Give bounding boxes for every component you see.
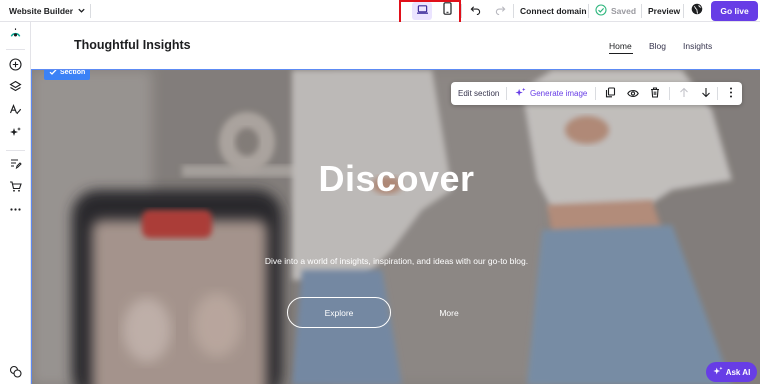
website-builder-menu[interactable]: Website Builder xyxy=(9,0,86,22)
hero-subtitle[interactable]: Dive into a world of insights, inspirati… xyxy=(32,256,760,266)
ask-ai-label: Ask AI xyxy=(725,367,751,377)
delete-section-button[interactable] xyxy=(646,85,663,102)
section-selected-tag[interactable]: Section xyxy=(44,69,91,80)
move-section-down-button[interactable] xyxy=(697,85,714,102)
toolbar-divider xyxy=(683,4,684,18)
sidebar-divider xyxy=(6,150,25,151)
section-tag-label: Section xyxy=(60,69,86,76)
connect-domain-button[interactable]: Connect domain xyxy=(520,0,587,22)
redo-button[interactable] xyxy=(491,2,509,20)
sparkle-icon xyxy=(9,126,22,144)
floating-toolbar-divider xyxy=(669,87,670,100)
undo-button[interactable] xyxy=(466,2,484,20)
styles-button[interactable] xyxy=(6,102,25,121)
toolbar-divider xyxy=(461,4,462,18)
nav-home-link[interactable]: Home xyxy=(609,41,632,51)
nav-active-underline xyxy=(609,53,633,54)
copy-icon xyxy=(605,85,616,103)
chevron-down-icon xyxy=(77,6,86,17)
add-element-button[interactable] xyxy=(6,57,25,76)
shopping-cart-icon xyxy=(9,180,22,198)
help-button[interactable] xyxy=(6,364,25,383)
section-more-button[interactable] xyxy=(722,85,739,102)
left-sidebar xyxy=(0,22,31,384)
language-button[interactable] xyxy=(688,2,706,20)
hero-section[interactable]: Section Edit section Generate image Disc… xyxy=(31,69,760,384)
editor-canvas: Thoughtful Insights Home Blog Insights S… xyxy=(31,22,760,384)
duplicate-section-button[interactable] xyxy=(602,85,619,102)
go-live-button[interactable]: Go live xyxy=(711,1,758,21)
redo-icon xyxy=(495,2,506,20)
toolbar-divider xyxy=(513,4,514,18)
ask-ai-button[interactable]: Ask AI xyxy=(706,362,757,382)
edit-section-button[interactable]: Edit section xyxy=(458,82,499,105)
floating-toolbar-divider xyxy=(506,87,507,100)
text-style-icon xyxy=(9,103,22,121)
explore-button[interactable]: Explore xyxy=(287,297,391,328)
site-logo-text[interactable]: Thoughtful Insights xyxy=(74,38,191,52)
undo-icon xyxy=(470,2,481,20)
more-horizontal-icon xyxy=(9,203,22,221)
hide-section-button[interactable] xyxy=(624,85,641,102)
site-header[interactable]: Thoughtful Insights Home Blog Insights xyxy=(31,22,760,69)
blog-button[interactable] xyxy=(6,156,25,175)
sidebar-divider xyxy=(6,49,25,50)
floating-toolbar-divider xyxy=(717,87,718,100)
toolbar-divider xyxy=(90,4,91,18)
arrow-down-icon xyxy=(701,85,711,103)
section-floating-toolbar: Edit section Generate image xyxy=(451,82,742,105)
more-options-button[interactable] xyxy=(6,202,25,221)
sparkle-icon xyxy=(515,87,526,100)
more-vertical-icon xyxy=(729,85,733,103)
more-button[interactable]: More xyxy=(424,297,474,328)
ai-tools-button[interactable] xyxy=(6,125,25,144)
toolbar-divider xyxy=(588,4,589,18)
globe-icon xyxy=(691,2,703,20)
store-button[interactable] xyxy=(6,179,25,198)
move-section-up-button[interactable] xyxy=(675,85,692,102)
arrow-up-icon xyxy=(679,85,689,103)
trash-icon xyxy=(650,85,660,103)
help-circles-icon xyxy=(9,365,22,383)
hero-dark-overlay xyxy=(32,70,760,384)
eye-icon xyxy=(626,85,639,103)
check-icon xyxy=(49,70,57,78)
preview-button[interactable]: Preview xyxy=(648,0,680,22)
edit-document-icon xyxy=(9,157,22,175)
plus-circle-icon xyxy=(9,57,22,76)
layers-button[interactable] xyxy=(6,79,25,98)
toolbar-divider xyxy=(641,4,642,18)
sparkle-icon xyxy=(713,366,723,378)
builder-logo[interactable] xyxy=(6,26,25,45)
website-builder-label: Website Builder xyxy=(9,6,74,16)
generate-image-button[interactable]: Generate image xyxy=(515,82,587,105)
layers-icon xyxy=(9,80,22,98)
generate-image-label: Generate image xyxy=(530,89,588,98)
saved-status: Saved xyxy=(595,0,636,22)
nav-blog-link[interactable]: Blog xyxy=(649,41,666,51)
hero-title[interactable]: Discover xyxy=(32,158,760,200)
saved-label: Saved xyxy=(611,6,637,16)
builder-logo-icon xyxy=(9,27,22,45)
check-circle-icon xyxy=(595,4,607,18)
top-toolbar: Website Builder Connect domain Saved Pre… xyxy=(0,0,760,25)
floating-toolbar-divider xyxy=(595,87,596,100)
nav-insights-link[interactable]: Insights xyxy=(683,41,712,51)
